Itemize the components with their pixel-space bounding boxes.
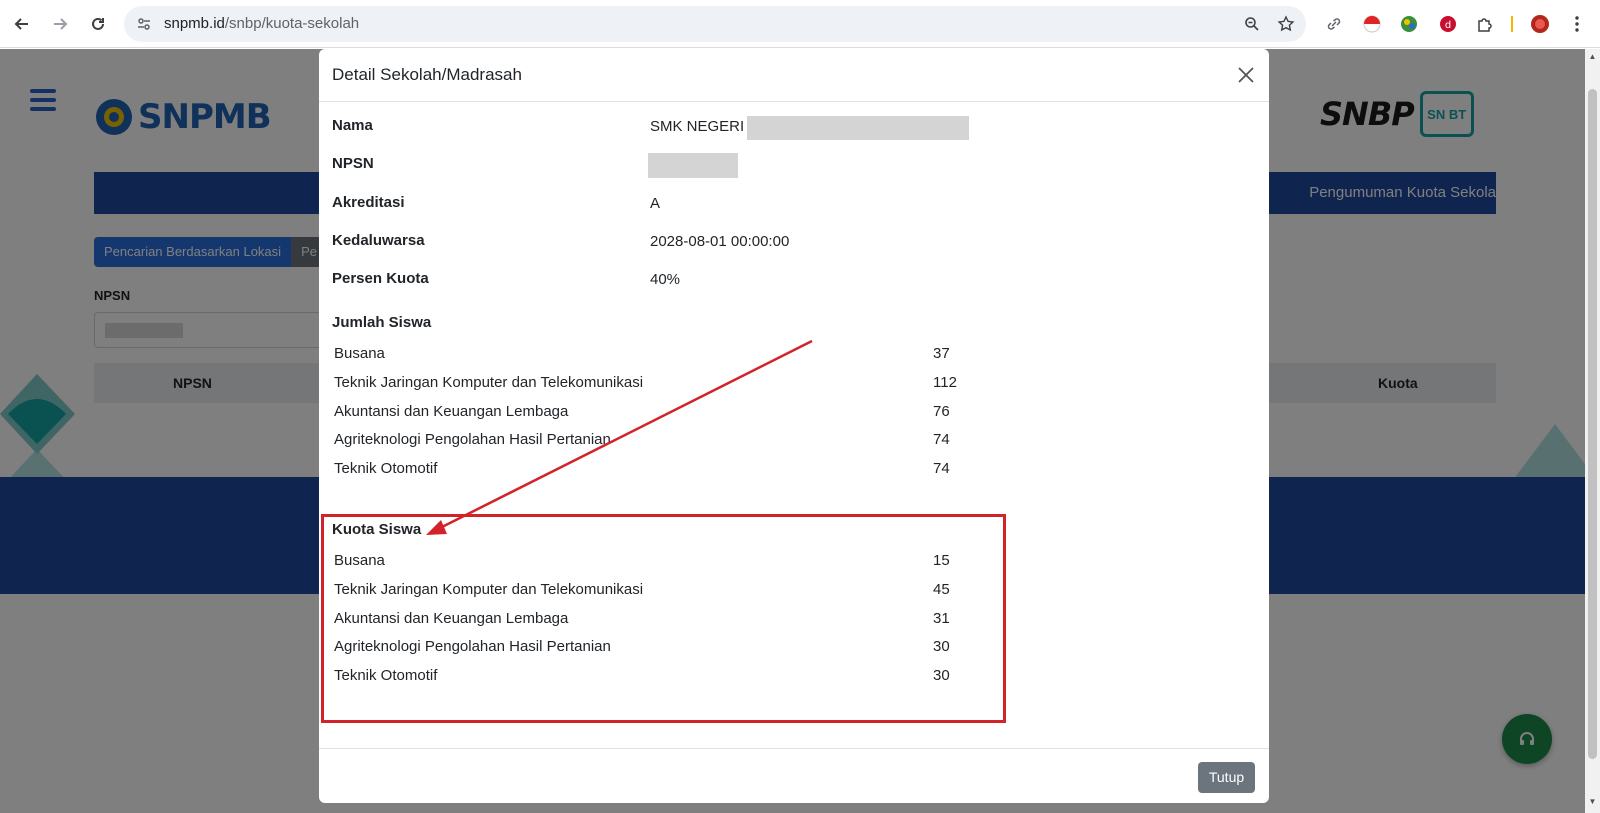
field-label-kedaluwarsa: Kedaluwarsa bbox=[332, 232, 425, 249]
arrow-left-icon bbox=[14, 18, 28, 30]
toolbar-divider bbox=[1511, 16, 1513, 32]
field-label-npsn: NPSN bbox=[332, 155, 374, 172]
reload-button[interactable] bbox=[84, 10, 112, 38]
program-name: Busana bbox=[334, 345, 385, 362]
modal-title: Detail Sekolah/Madrasah bbox=[332, 65, 522, 84]
page-scrollbar[interactable]: ▲ ▼ bbox=[1585, 49, 1600, 813]
svg-text:d: d bbox=[1445, 20, 1451, 31]
reload-icon bbox=[92, 17, 104, 30]
modal-header: Detail Sekolah/Madrasah bbox=[319, 49, 1269, 102]
zoom-icon[interactable] bbox=[1240, 12, 1264, 36]
redacted-npsn bbox=[648, 153, 738, 178]
student-count: 76 bbox=[933, 403, 950, 420]
arrow-right-icon bbox=[54, 18, 68, 30]
jumlah-siswa-row: Agriteknologi Pengolahan Hasil Pertanian… bbox=[334, 429, 954, 453]
menu-kebab-icon[interactable] bbox=[1565, 12, 1589, 36]
puzzle-extensions-icon[interactable] bbox=[1473, 12, 1497, 36]
redacted-school-name bbox=[747, 116, 969, 140]
student-count: 37 bbox=[933, 345, 950, 362]
scroll-down-arrow-icon[interactable]: ▼ bbox=[1588, 797, 1597, 806]
student-count: 74 bbox=[933, 460, 950, 477]
student-count: 112 bbox=[933, 374, 957, 391]
field-value-nama: SMK NEGERI 1 bbox=[650, 118, 757, 135]
jumlah-siswa-title: Jumlah Siswa bbox=[332, 314, 432, 331]
red-extension-icon[interactable]: d bbox=[1436, 12, 1460, 36]
url-text: snpmb.id/snbp/kuota-sekolah bbox=[164, 15, 359, 32]
field-value-kedaluwarsa: 2028-08-01 00:00:00 bbox=[650, 233, 790, 250]
field-value-persen-kuota: 40% bbox=[650, 271, 681, 288]
field-label-persen-kuota: Persen Kuota bbox=[332, 270, 429, 287]
field-label-nama: Nama bbox=[332, 117, 373, 134]
bookmark-star-icon[interactable] bbox=[1274, 12, 1298, 36]
forward-button[interactable] bbox=[46, 10, 74, 38]
globe-extension-icon[interactable] bbox=[1397, 12, 1421, 36]
scroll-up-arrow-icon[interactable]: ▲ bbox=[1588, 52, 1597, 61]
jumlah-siswa-row: Teknik Otomotif 74 bbox=[334, 458, 954, 482]
back-button[interactable] bbox=[8, 10, 36, 38]
jumlah-siswa-row: Akuntansi dan Keuangan Lembaga 76 bbox=[334, 401, 954, 425]
annotation-highlight-box bbox=[321, 514, 1006, 723]
site-settings-icon[interactable] bbox=[132, 12, 156, 36]
field-value-akreditasi: A bbox=[650, 195, 661, 212]
program-name: Teknik Otomotif bbox=[334, 460, 438, 477]
program-name: Agriteknologi Pengolahan Hasil Pertanian bbox=[334, 431, 611, 448]
scrollbar-thumb[interactable] bbox=[1588, 89, 1597, 759]
field-label-akreditasi: Akreditasi bbox=[332, 194, 405, 211]
link-extension-icon[interactable] bbox=[1322, 12, 1346, 36]
modal-footer: Tutup bbox=[319, 748, 1269, 803]
program-name: Teknik Jaringan Komputer dan Telekomunik… bbox=[334, 374, 644, 391]
jumlah-siswa-row: Busana 37 bbox=[334, 343, 954, 367]
browser-toolbar: snpmb.id/snbp/kuota-sekolah d bbox=[0, 0, 1600, 48]
address-bar[interactable]: snpmb.id/snbp/kuota-sekolah bbox=[124, 6, 1306, 42]
program-name: Akuntansi dan Keuangan Lembaga bbox=[334, 403, 569, 420]
jumlah-siswa-row: Teknik Jaringan Komputer dan Telekomunik… bbox=[334, 372, 957, 396]
flag-extension-icon[interactable] bbox=[1360, 12, 1384, 36]
profile-avatar-icon[interactable] bbox=[1528, 12, 1552, 36]
close-icon[interactable] bbox=[1233, 62, 1259, 88]
url-host: snpmb.id bbox=[164, 15, 225, 32]
tutup-button[interactable]: Tutup bbox=[1198, 762, 1255, 793]
url-path: /snbp/kuota-sekolah bbox=[224, 15, 360, 32]
student-count: 74 bbox=[933, 431, 950, 448]
